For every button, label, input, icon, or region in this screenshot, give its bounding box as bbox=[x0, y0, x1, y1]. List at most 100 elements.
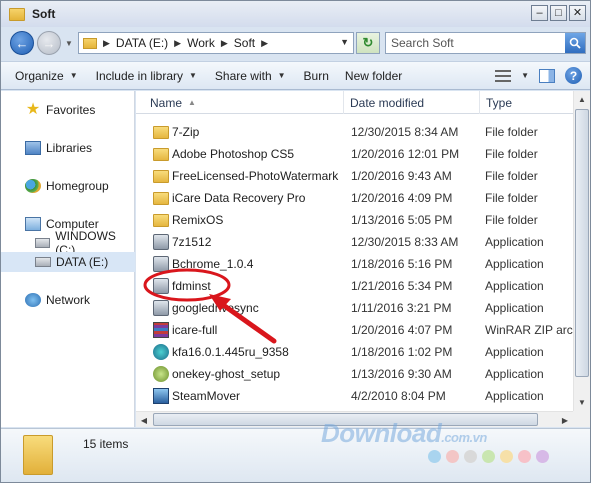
close-button[interactable]: ✕ bbox=[569, 5, 586, 21]
file-row[interactable]: kfa16.0.1.445ru_9358 1/18/2016 1:02 PM App… bbox=[136, 341, 573, 363]
chevron-down-icon: ▼ bbox=[277, 71, 286, 80]
watermark-dot bbox=[482, 450, 495, 463]
nav-homegroup[interactable]: Homegroup bbox=[1, 176, 135, 196]
app-icon bbox=[153, 234, 169, 250]
file-row[interactable]: fdminst 1/21/2016 5:34 PM Application bbox=[136, 275, 573, 297]
file-row[interactable]: googledrivesync 1/11/2016 3:21 PM Applicat… bbox=[136, 297, 573, 319]
folder-icon bbox=[83, 37, 97, 49]
search-input[interactable]: Search Soft bbox=[385, 32, 586, 54]
search-icon[interactable] bbox=[565, 33, 585, 53]
address-dropdown-icon[interactable]: ▼ bbox=[340, 37, 349, 47]
refresh-button[interactable]: ↻ bbox=[356, 32, 380, 54]
scroll-right-arrow[interactable]: ▶ bbox=[557, 412, 573, 428]
file-row[interactable]: 7-Zip 12/30/2015 8:34 AM File folder bbox=[136, 121, 573, 143]
preview-pane-icon[interactable] bbox=[539, 68, 555, 83]
include-in-library-menu[interactable]: Include in library ▼ bbox=[96, 69, 197, 83]
minimize-button[interactable]: – bbox=[531, 5, 548, 21]
scrollbar-corner bbox=[573, 411, 590, 427]
new-folder-button[interactable]: New folder bbox=[345, 69, 402, 83]
recent-pages-dropdown[interactable]: ▼ bbox=[63, 39, 75, 48]
column-header-date[interactable]: Date modified bbox=[344, 91, 480, 114]
navigation-pane: ★ Favorites Libraries Homegroup Computer… bbox=[1, 91, 135, 427]
nav-libraries[interactable]: Libraries bbox=[1, 138, 135, 158]
column-header-type[interactable]: Type bbox=[480, 91, 573, 114]
folder-icon bbox=[153, 148, 169, 161]
window-title: Soft bbox=[32, 7, 56, 21]
scroll-up-arrow[interactable]: ▲ bbox=[574, 91, 590, 108]
watermark-dot bbox=[500, 450, 513, 463]
nav-data-drive[interactable]: DATA (E:) bbox=[1, 252, 135, 272]
file-type: File folder bbox=[485, 169, 538, 183]
help-icon[interactable]: ? bbox=[565, 67, 582, 84]
file-type: Application bbox=[485, 367, 544, 381]
vertical-scrollbar[interactable]: ▲ ▼ bbox=[573, 91, 590, 411]
steam-icon bbox=[153, 388, 169, 404]
breadcrumb-data-drive[interactable]: DATA (E:) bbox=[116, 36, 168, 50]
file-row[interactable]: SteamMover 4/2/2010 8:04 PM Application bbox=[136, 385, 573, 407]
file-date: 1/18/2016 1:02 PM bbox=[351, 345, 453, 359]
include-label: Include in library bbox=[95, 68, 183, 83]
share-label: Share with bbox=[214, 68, 272, 83]
breadcrumb-soft[interactable]: Soft bbox=[234, 36, 255, 50]
nav-windows-drive[interactable]: WINDOWS (C:) bbox=[1, 229, 135, 257]
breadcrumb-work[interactable]: Work bbox=[187, 36, 215, 50]
nav-homegroup-label: Homegroup bbox=[46, 179, 109, 193]
file-row[interactable]: FreeLicensed-PhotoWatermark 1/20/2016 9:4… bbox=[136, 165, 573, 187]
chevron-right-icon[interactable]: ▶ bbox=[174, 38, 181, 49]
command-bar: Organize ▼ Include in library ▼ Share with… bbox=[1, 61, 590, 90]
watermark-dot bbox=[428, 450, 441, 463]
scroll-thumb[interactable] bbox=[575, 109, 589, 377]
column-header-name[interactable]: Name ▲ bbox=[136, 91, 344, 114]
search-placeholder: Search Soft bbox=[391, 36, 454, 50]
file-row[interactable]: 7z1512 12/30/2015 8:33 AM Application bbox=[136, 231, 573, 253]
library-icon bbox=[25, 141, 41, 155]
maximize-button[interactable]: □ bbox=[550, 5, 567, 21]
organize-label: Organize bbox=[15, 68, 64, 83]
network-icon bbox=[25, 293, 41, 307]
file-row[interactable]: Adobe Photoshop CS5 1/20/2016 12:01 PM Fil… bbox=[136, 143, 573, 165]
change-view-icon[interactable] bbox=[495, 69, 512, 82]
file-row[interactable]: icare-full 1/20/2016 4:07 PM WinRAR ZIP ar… bbox=[136, 319, 573, 341]
back-button[interactable]: ← bbox=[10, 31, 34, 55]
file-type: WinRAR ZIP archive bbox=[485, 323, 573, 337]
file-date: 1/20/2016 9:43 AM bbox=[351, 169, 452, 183]
nav-favorites-label: Favorites bbox=[46, 103, 96, 117]
scroll-left-arrow[interactable]: ◀ bbox=[136, 412, 152, 428]
folder-icon bbox=[153, 170, 169, 183]
chevron-down-icon: ▼ bbox=[189, 71, 197, 80]
file-date: 4/2/2010 8:04 PM bbox=[351, 389, 446, 403]
forward-button[interactable]: → bbox=[37, 31, 61, 55]
drive-icon bbox=[35, 257, 51, 267]
chevron-right-icon[interactable]: ▶ bbox=[221, 38, 228, 49]
folder-icon bbox=[153, 214, 169, 227]
watermark-dot bbox=[518, 450, 531, 463]
app-icon bbox=[153, 256, 169, 272]
file-row[interactable]: onekey-ghost_setup 1/13/2016 9:30 AM Appli… bbox=[136, 363, 573, 385]
file-name: icare-full bbox=[172, 323, 218, 337]
ghost-icon bbox=[153, 366, 169, 382]
nav-network[interactable]: Network bbox=[1, 290, 135, 310]
nav-favorites[interactable]: ★ Favorites bbox=[1, 100, 135, 120]
file-type: Application bbox=[485, 257, 544, 271]
chevron-right-icon[interactable]: ▶ bbox=[103, 38, 110, 49]
file-date: 1/21/2016 5:34 PM bbox=[351, 279, 453, 293]
burn-button[interactable]: Burn bbox=[304, 69, 329, 83]
file-name: 7-Zip bbox=[172, 125, 200, 139]
file-row[interactable]: Bchrome_1.0.4 1/18/2016 5:16 PM Applicatio… bbox=[136, 253, 573, 275]
file-name: SteamMover bbox=[172, 389, 241, 403]
file-name: 7z1512 bbox=[172, 235, 212, 249]
file-row[interactable]: iCare Data Recovery Pro 1/20/2016 4:09 PM… bbox=[136, 187, 573, 209]
view-dropdown-icon[interactable]: ▼ bbox=[521, 71, 529, 80]
file-row[interactable]: RemixOS 1/13/2016 5:05 PM File folder bbox=[136, 209, 573, 231]
file-date: 1/13/2016 9:30 AM bbox=[351, 367, 452, 381]
scroll-down-arrow[interactable]: ▼ bbox=[574, 394, 590, 411]
watermark-dot bbox=[446, 450, 459, 463]
chevron-right-icon[interactable]: ▶ bbox=[261, 38, 268, 49]
organize-menu[interactable]: Organize ▼ bbox=[15, 69, 78, 83]
watermark: Download.com.vn bbox=[321, 418, 487, 449]
file-date: 1/13/2016 5:05 PM bbox=[351, 213, 453, 227]
address-bar[interactable]: ▶ DATA (E:) ▶ Work ▶ Soft ▶ ▼ bbox=[78, 32, 354, 54]
chevron-down-icon: ▼ bbox=[69, 71, 78, 80]
file-date: 12/30/2015 8:34 AM bbox=[351, 125, 459, 139]
share-with-menu[interactable]: Share with ▼ bbox=[215, 69, 286, 83]
